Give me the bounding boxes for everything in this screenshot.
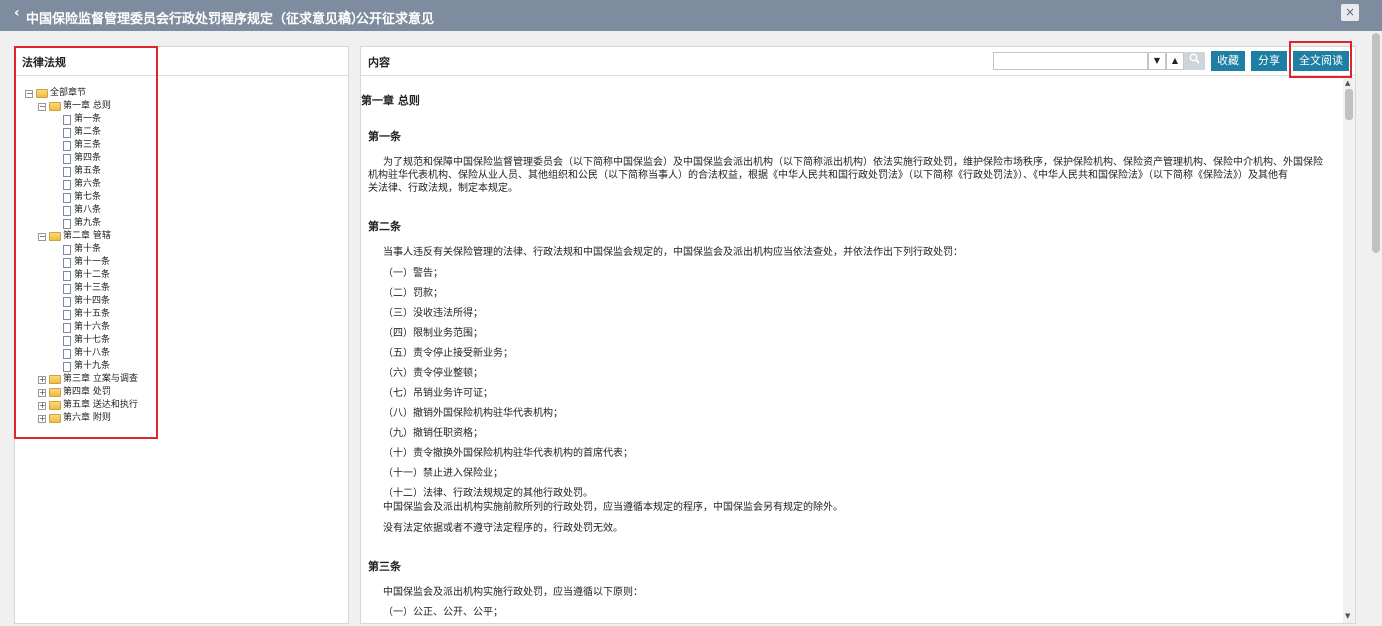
article-list-item: （十二）法律、行政法规规定的其他行政处罚。 xyxy=(383,488,593,499)
article-list-item: （七）吊销业务许可证； xyxy=(383,388,493,399)
article-list-item: （五）责令停止接受新业务； xyxy=(383,348,513,359)
content-panel: 内容 ▼ ▲ 收藏 分享 全文阅读 第一章 总则 第一条 为了规范和保障中国保险… xyxy=(360,46,1356,624)
scroll-down-icon[interactable]: ▼ xyxy=(1345,612,1350,620)
panel-title-content: 内容 xyxy=(361,47,1355,76)
full-read-highlight-box xyxy=(1289,41,1352,78)
article-list-item: （一）公正、公开、公平； xyxy=(383,607,503,618)
chevron-up-icon[interactable]: ▲ xyxy=(1166,52,1184,70)
page-scrollbar-thumb[interactable] xyxy=(1372,33,1380,253)
content-scrollbar[interactable]: ▲ ▼ xyxy=(1343,77,1355,623)
close-icon[interactable]: × xyxy=(1341,4,1359,21)
article-paragraph: 中国保监会及派出机构实施行政处罚，应当遵循以下原则： xyxy=(383,587,643,598)
article-paragraph: 当事人违反有关保险管理的法律、行政法规和中国保监会规定的，中国保监会及派出机构应… xyxy=(383,247,963,258)
page-scrollbar[interactable] xyxy=(1370,31,1382,626)
content-scrollbar-thumb[interactable] xyxy=(1345,89,1353,120)
back-arrow-icon[interactable]: ‹ xyxy=(14,5,20,21)
article-paragraph: 没有法定依据或者不遵守法定程序的，行政处罚无效。 xyxy=(383,523,623,534)
article-list-item: （八）撤销外国保险机构驻华代表机构； xyxy=(383,408,563,419)
chapter-heading: 第一章 总则 xyxy=(361,94,420,107)
article-paragraph: 为了规范和保障中国保险监督管理委员会（以下简称中国保监会）及中国保监会派出机构（… xyxy=(383,157,1323,168)
article-title: 第三条 xyxy=(368,560,401,573)
article-title: 第一条 xyxy=(368,130,401,143)
article-list-item: （二）罚款； xyxy=(383,288,443,299)
scroll-up-icon[interactable]: ▲ xyxy=(1345,79,1350,87)
article-paragraph: 中国保监会及派出机构实施前款所列的行政处罚，应当遵循本规定的程序，中国保监会另有… xyxy=(383,502,843,513)
article-content: 第一章 总则 第一条 为了规范和保障中国保险监督管理委员会（以下简称中国保监会）… xyxy=(361,77,1341,623)
article-list-item: （十一）禁止进入保险业； xyxy=(383,468,503,479)
share-button[interactable]: 分享 xyxy=(1251,51,1287,71)
article-list-item: （六）责令停业整顿； xyxy=(383,368,483,379)
article-list-item: （十）责令撤换外国保险机构驻华代表机构的首席代表； xyxy=(383,448,633,459)
tree-highlight-box xyxy=(14,46,158,439)
search-icon[interactable] xyxy=(1184,52,1205,70)
article-paragraph: 机构驻华代表机构、保险从业人员、其他组织和公民（以下简称当事人）的合法权益，根据… xyxy=(368,170,1288,181)
breadcrumb-current: 公开征求意见 xyxy=(356,12,435,27)
article-title: 第二条 xyxy=(368,220,401,233)
breadcrumb-document[interactable]: 中国保险监督管理委员会行政处罚程序规定（征求意见稿） xyxy=(26,8,364,27)
article-list-item: （三）没收违法所得； xyxy=(383,308,483,319)
title-bar: ‹ 中国保险监督管理委员会行政处罚程序规定（征求意见稿） › 公开征求意见 × xyxy=(0,0,1382,31)
article-list-item: （四）限制业务范围； xyxy=(383,328,483,339)
search-input[interactable] xyxy=(993,52,1148,70)
chevron-down-icon[interactable]: ▼ xyxy=(1148,52,1166,70)
article-paragraph: 关法律、行政法规，制定本规定。 xyxy=(368,183,518,194)
article-list-item: （一）警告； xyxy=(383,268,443,279)
collect-button[interactable]: 收藏 xyxy=(1211,51,1245,71)
breadcrumb-separator-icon: › xyxy=(344,5,350,21)
article-list-item: （九）撤销任职资格； xyxy=(383,428,483,439)
